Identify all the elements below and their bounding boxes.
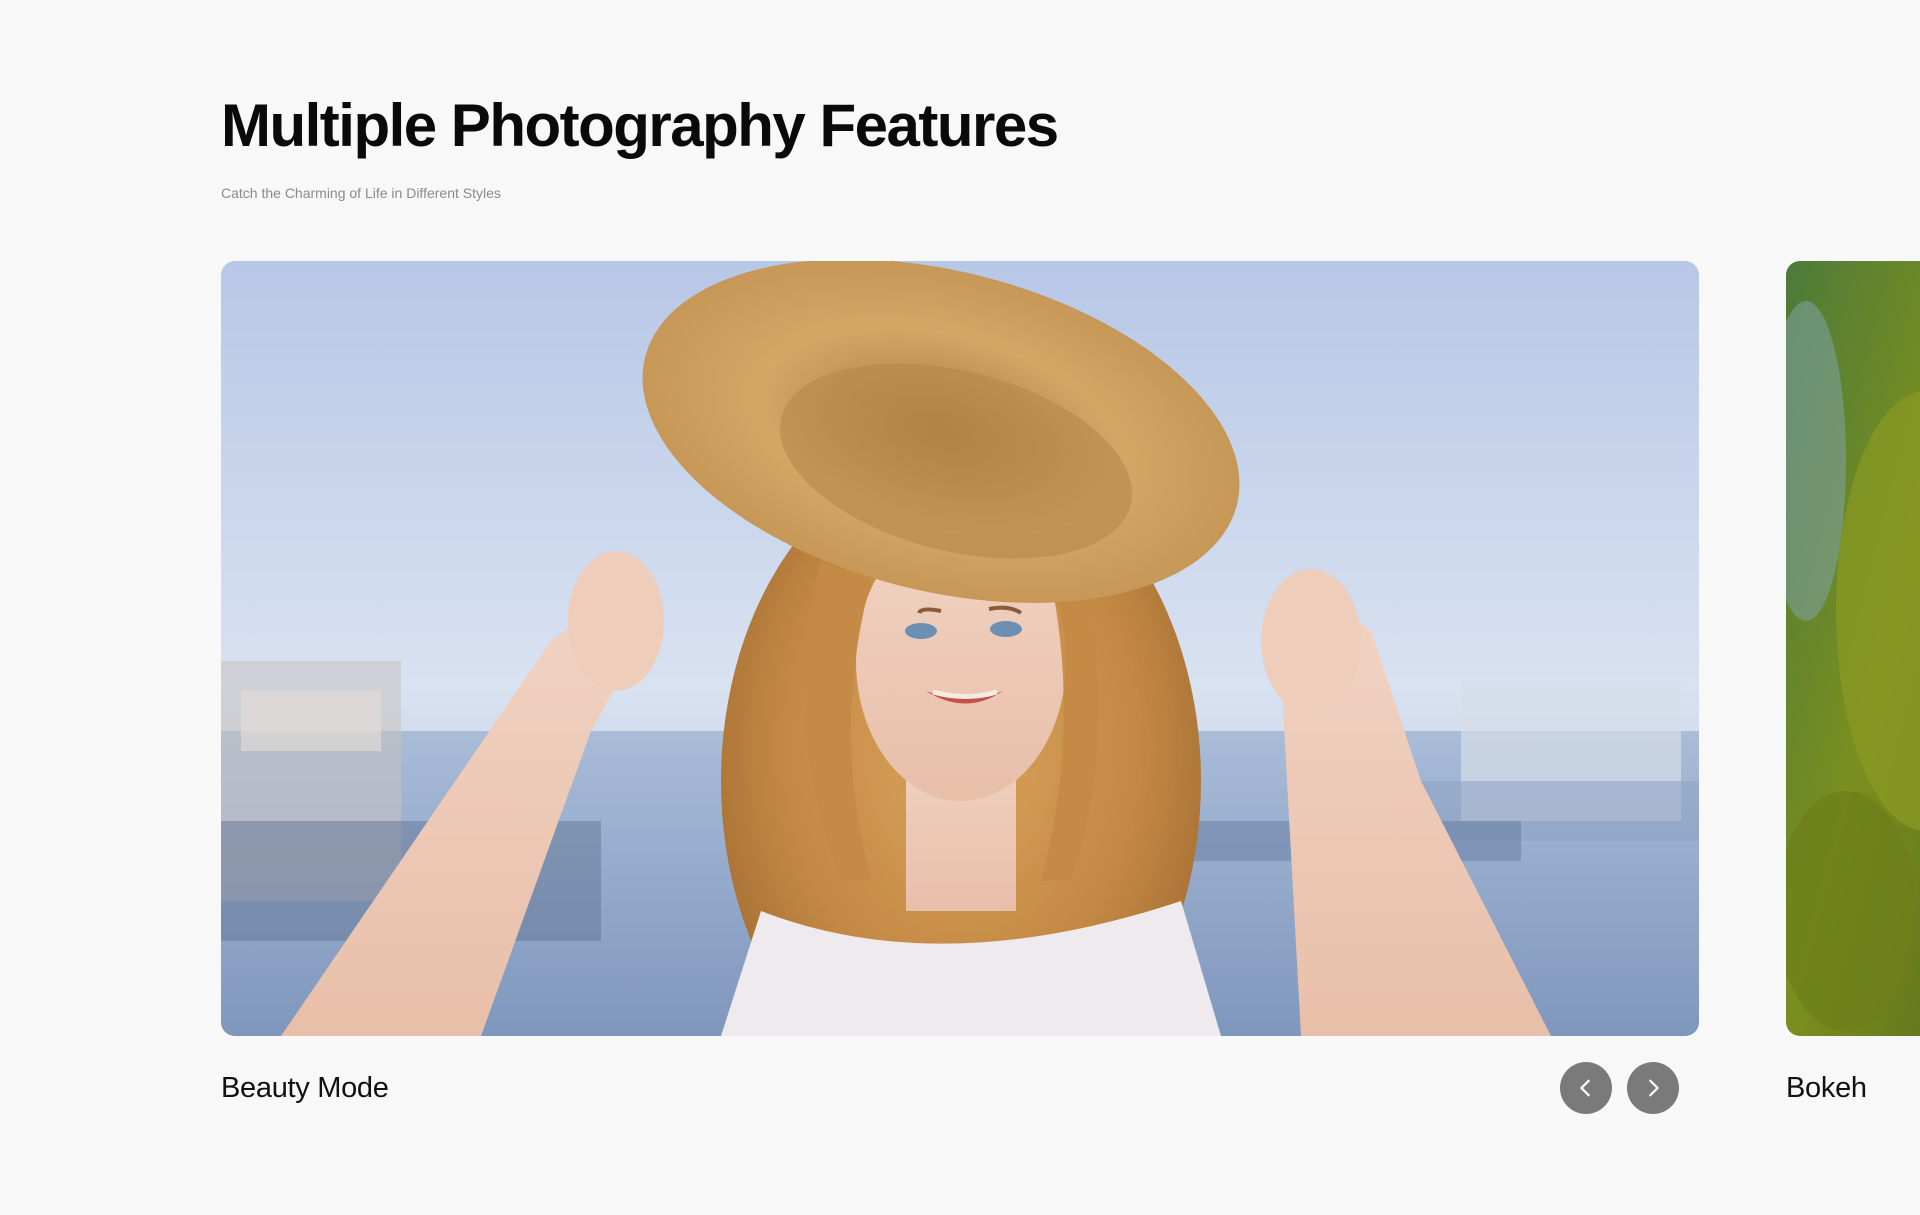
section-subtitle: Catch the Charming of Life in Different … [221, 185, 501, 201]
photography-features-section: Multiple Photography Features Catch the … [0, 0, 1920, 1215]
section-title: Multiple Photography Features [221, 92, 1059, 159]
beauty-mode-photo [221, 261, 1699, 1036]
slide-label-beauty-mode: Beauty Mode [221, 1072, 389, 1104]
carousel-next-button[interactable] [1627, 1062, 1679, 1114]
carousel-prev-button[interactable] [1560, 1062, 1612, 1114]
slide-label-bokeh: Bokeh [1786, 1072, 1867, 1104]
chevron-right-icon [1649, 1079, 1659, 1097]
bokeh-photo [1786, 261, 1920, 1036]
chevron-left-icon [1580, 1079, 1590, 1097]
